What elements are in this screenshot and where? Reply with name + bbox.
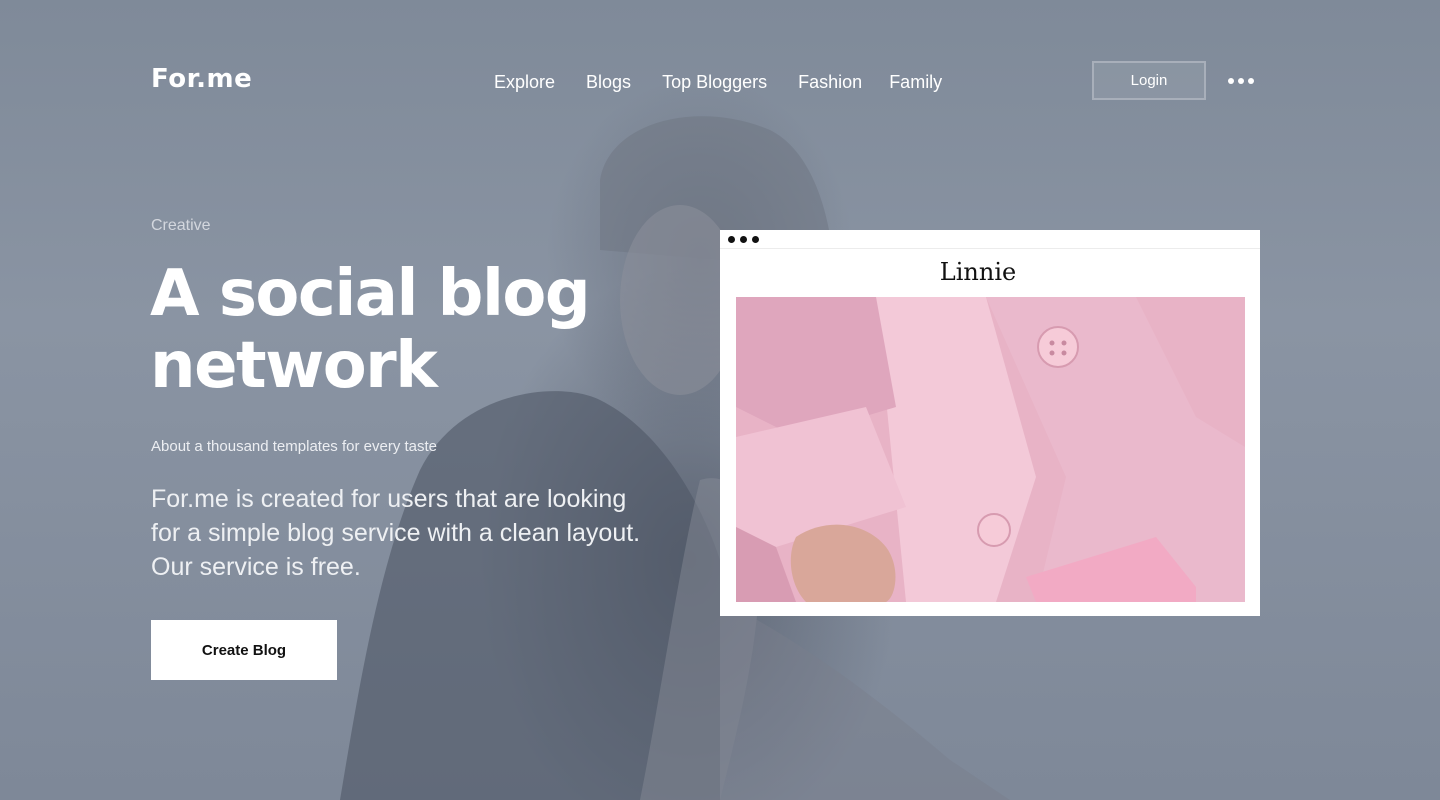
- nav-item-top-bloggers[interactable]: Top Bloggers: [662, 72, 767, 93]
- headline-line-1: A social blog: [150, 257, 591, 331]
- window-dot: [740, 236, 747, 243]
- hero-eyebrow: Creative: [151, 217, 211, 234]
- nav-item-family[interactable]: Family: [889, 72, 942, 93]
- pink-blazer-photo: [736, 297, 1245, 602]
- description-line-2: for a simple blog service with a clean l…: [151, 519, 641, 547]
- blazer-illustration: [736, 297, 1245, 602]
- description-line-1: For.me is created for users that are loo…: [151, 485, 627, 513]
- blog-preview-card[interactable]: Linnie: [720, 230, 1260, 616]
- site-logo[interactable]: For.me: [151, 64, 252, 94]
- main-nav: Explore Blogs Top Bloggers Fashion Famil…: [494, 72, 942, 93]
- window-dot: [752, 236, 759, 243]
- hero-subhead: About a thousand templates for every tas…: [151, 438, 438, 455]
- hero-description: For.me is created for users that are loo…: [151, 482, 671, 584]
- preview-window-bar: [720, 230, 1260, 249]
- hero-headline: A social blog network: [150, 258, 710, 402]
- headline-line-2: network: [150, 329, 438, 403]
- more-dot: [1238, 78, 1244, 84]
- create-blog-button[interactable]: Create Blog: [151, 620, 337, 680]
- nav-item-blogs[interactable]: Blogs: [586, 72, 631, 93]
- more-dot: [1248, 78, 1254, 84]
- description-line-3: Our service is free.: [151, 553, 361, 581]
- more-dot: [1228, 78, 1234, 84]
- preview-blog-title: Linnie: [939, 258, 1017, 286]
- nav-item-fashion[interactable]: Fashion: [798, 72, 862, 93]
- window-dot: [728, 236, 735, 243]
- login-button[interactable]: Login: [1092, 61, 1206, 100]
- nav-item-explore[interactable]: Explore: [494, 72, 555, 93]
- window-dots-icon: [728, 236, 759, 243]
- more-horizontal-icon[interactable]: [1228, 78, 1254, 84]
